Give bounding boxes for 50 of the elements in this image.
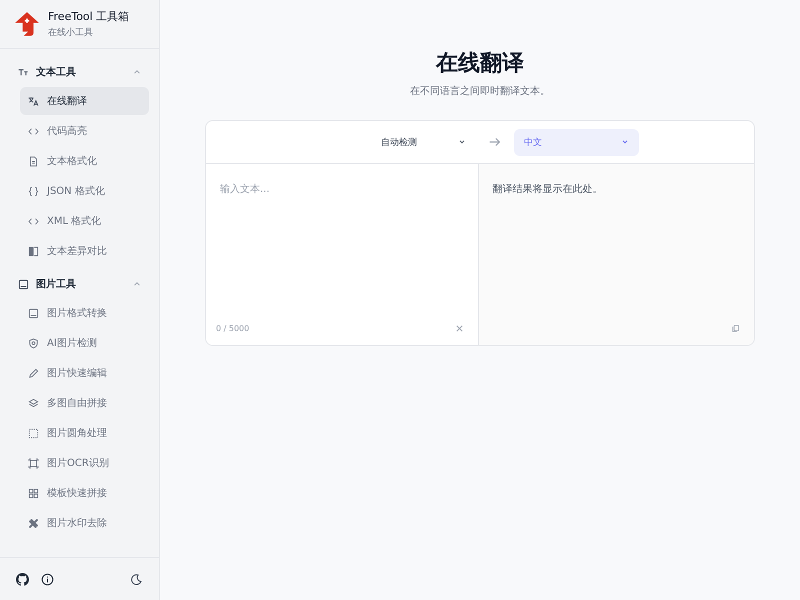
dashed-square-icon xyxy=(28,428,39,438)
brand-tagline: 在线小工具 xyxy=(48,26,94,39)
sidebar-item[interactable]: XML 格式化 xyxy=(20,207,149,235)
sidebar-item[interactable]: 图片OCR识别 xyxy=(20,449,149,477)
info-icon[interactable] xyxy=(41,572,54,586)
page-title: 在线翻译 xyxy=(436,50,524,78)
group-header[interactable]: 文本工具 xyxy=(10,57,149,87)
chevron-icon xyxy=(133,280,141,288)
pencil-icon xyxy=(28,368,39,378)
character-count: 0 / 5000 xyxy=(216,324,250,333)
logo-icon xyxy=(14,11,40,37)
grid-icon xyxy=(28,488,39,498)
translate-icon xyxy=(28,96,39,106)
code-icon xyxy=(28,216,39,226)
moon-icon[interactable] xyxy=(130,572,143,586)
layers-icon xyxy=(28,398,39,408)
sidebar-item[interactable]: 在线翻译 xyxy=(20,87,149,115)
document-icon xyxy=(28,156,39,166)
source-language-select[interactable]: 自动检测 xyxy=(371,128,476,156)
sidebar-item[interactable]: 代码高亮 xyxy=(20,117,149,145)
translation-output: 翻译结果将显示在此处。 xyxy=(492,182,604,197)
split-page-icon xyxy=(28,246,39,256)
chevron-icon xyxy=(133,68,141,76)
chevron-down-icon xyxy=(458,138,466,146)
sidebar-item[interactable]: AI图片检测 xyxy=(20,329,149,357)
bandage-icon xyxy=(28,518,39,528)
code-icon xyxy=(28,126,39,136)
sidebar-item[interactable]: 图片圆角处理 xyxy=(20,419,149,447)
braces-icon xyxy=(28,186,39,196)
sidebar-item[interactable]: 多图自由拼接 xyxy=(20,389,149,417)
arrow-right-icon xyxy=(488,135,502,149)
sidebar-item[interactable]: 图片快速编辑 xyxy=(20,359,149,387)
sidebar-item[interactable]: JSON 格式化 xyxy=(20,177,149,205)
brand-name: FreeTool 工具箱 xyxy=(48,9,130,24)
shield-icon xyxy=(28,338,39,348)
sidebar-item[interactable]: 文本格式化 xyxy=(20,147,149,175)
sidebar-item[interactable]: 模板快速拼接 xyxy=(20,479,149,507)
sidebar-item[interactable]: 文本差异对比 xyxy=(20,237,149,265)
image-icon xyxy=(18,278,29,290)
input-panel[interactable]: 输入文本... 0 / 5000 xyxy=(206,164,478,345)
group-header[interactable]: 图片工具 xyxy=(10,269,149,299)
scan-frame-icon xyxy=(28,458,39,468)
sidebar-item[interactable]: 图片水印去除 xyxy=(20,509,149,537)
page-subtitle: 在不同语言之间即时翻译文本。 xyxy=(410,84,550,98)
sidebar-item[interactable]: 图片格式转换 xyxy=(20,299,149,327)
github-icon[interactable] xyxy=(16,572,29,586)
image-icon xyxy=(28,308,39,318)
text-size-icon xyxy=(18,66,29,78)
chevron-down-icon xyxy=(621,138,629,146)
target-language-select[interactable]: 中文 xyxy=(514,128,639,156)
